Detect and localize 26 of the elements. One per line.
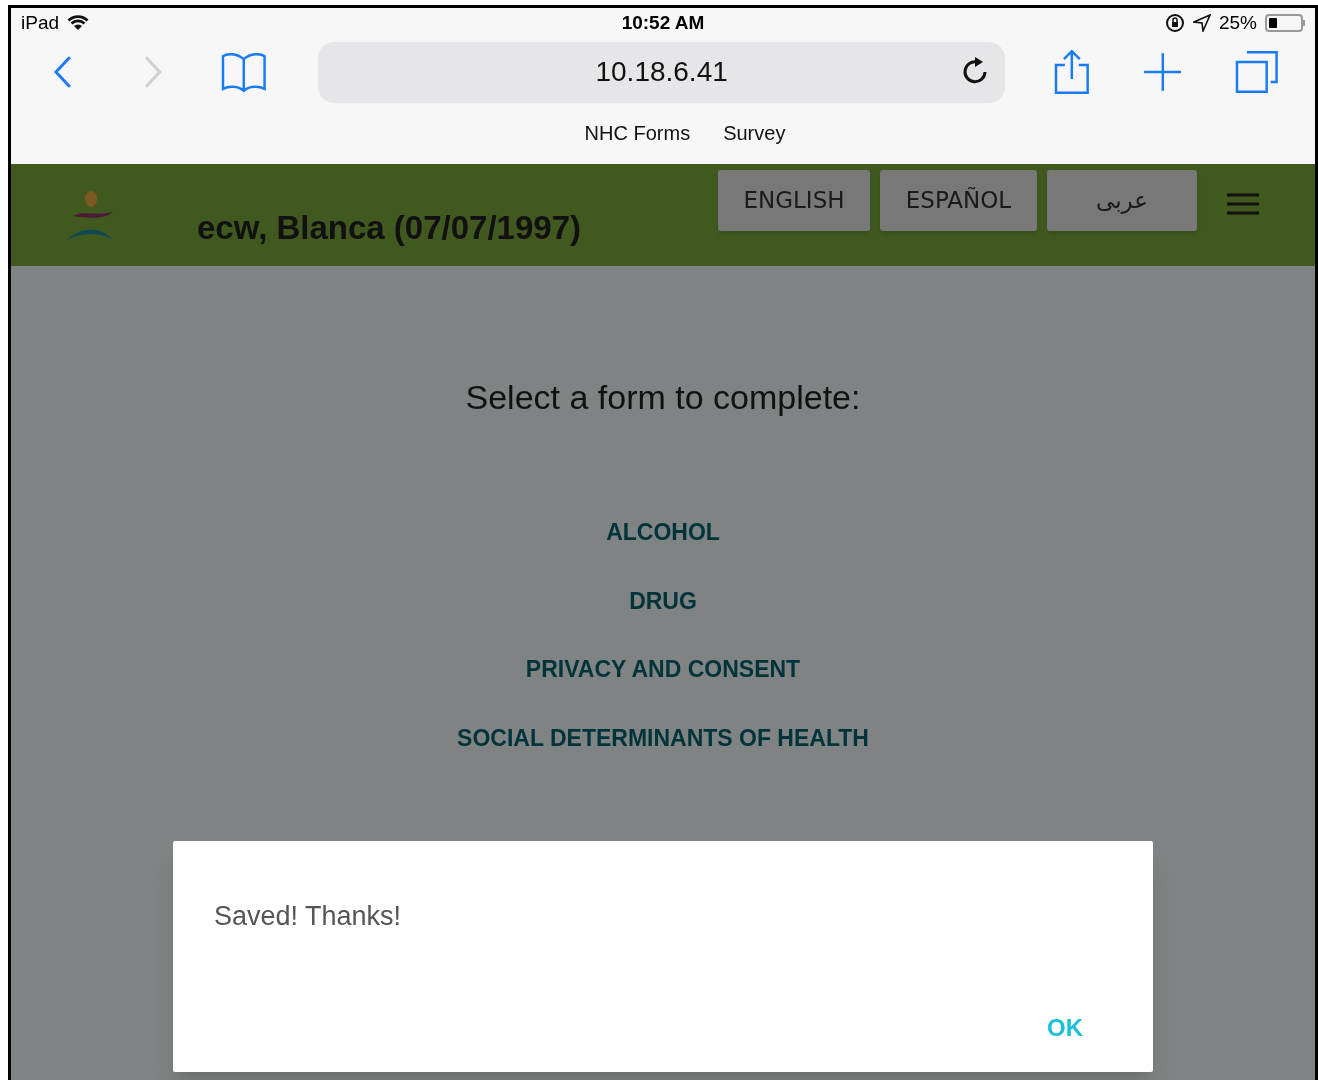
menu-icon[interactable] (1227, 193, 1259, 215)
new-tab-plus-icon[interactable] (1143, 53, 1182, 91)
ok-button[interactable]: OK (1047, 1010, 1083, 1046)
favorites-link[interactable]: NHC Forms (584, 118, 691, 148)
tabs-icon[interactable] (1235, 50, 1279, 94)
bookmarks-book-icon[interactable] (220, 51, 267, 93)
form-link[interactable]: ALCOHOL (606, 515, 720, 550)
wifi-icon (67, 15, 90, 31)
form-link[interactable]: DRUG (629, 583, 697, 618)
rotation-lock-icon (1164, 13, 1185, 33)
language-button[interactable]: عربى (1047, 170, 1197, 231)
favorites-link[interactable]: Survey (723, 118, 786, 148)
form-prompt-heading: Select a form to complete: (465, 377, 861, 418)
language-button[interactable]: ESPAÑOL (880, 170, 1037, 231)
dialog-message: Saved! Thanks! (214, 900, 403, 933)
device-name: iPad (21, 10, 60, 35)
clock-time: 10:52 AM (621, 11, 705, 33)
patient-name: ecw, Blanca (07/07/1997) (197, 208, 581, 249)
address-bar[interactable]: 10.18.6.41 (318, 41, 1006, 103)
battery-icon (1265, 14, 1305, 32)
language-button[interactable]: ENGLISH (718, 170, 870, 231)
form-link[interactable]: PRIVACY AND CONSENT (525, 652, 801, 687)
battery-percent: 25% (1218, 10, 1257, 35)
share-icon[interactable] (1054, 49, 1090, 95)
location-arrow-icon (1192, 14, 1211, 32)
form-link[interactable]: SOCIAL DETERMINANTS OF HEALTH (457, 720, 869, 755)
